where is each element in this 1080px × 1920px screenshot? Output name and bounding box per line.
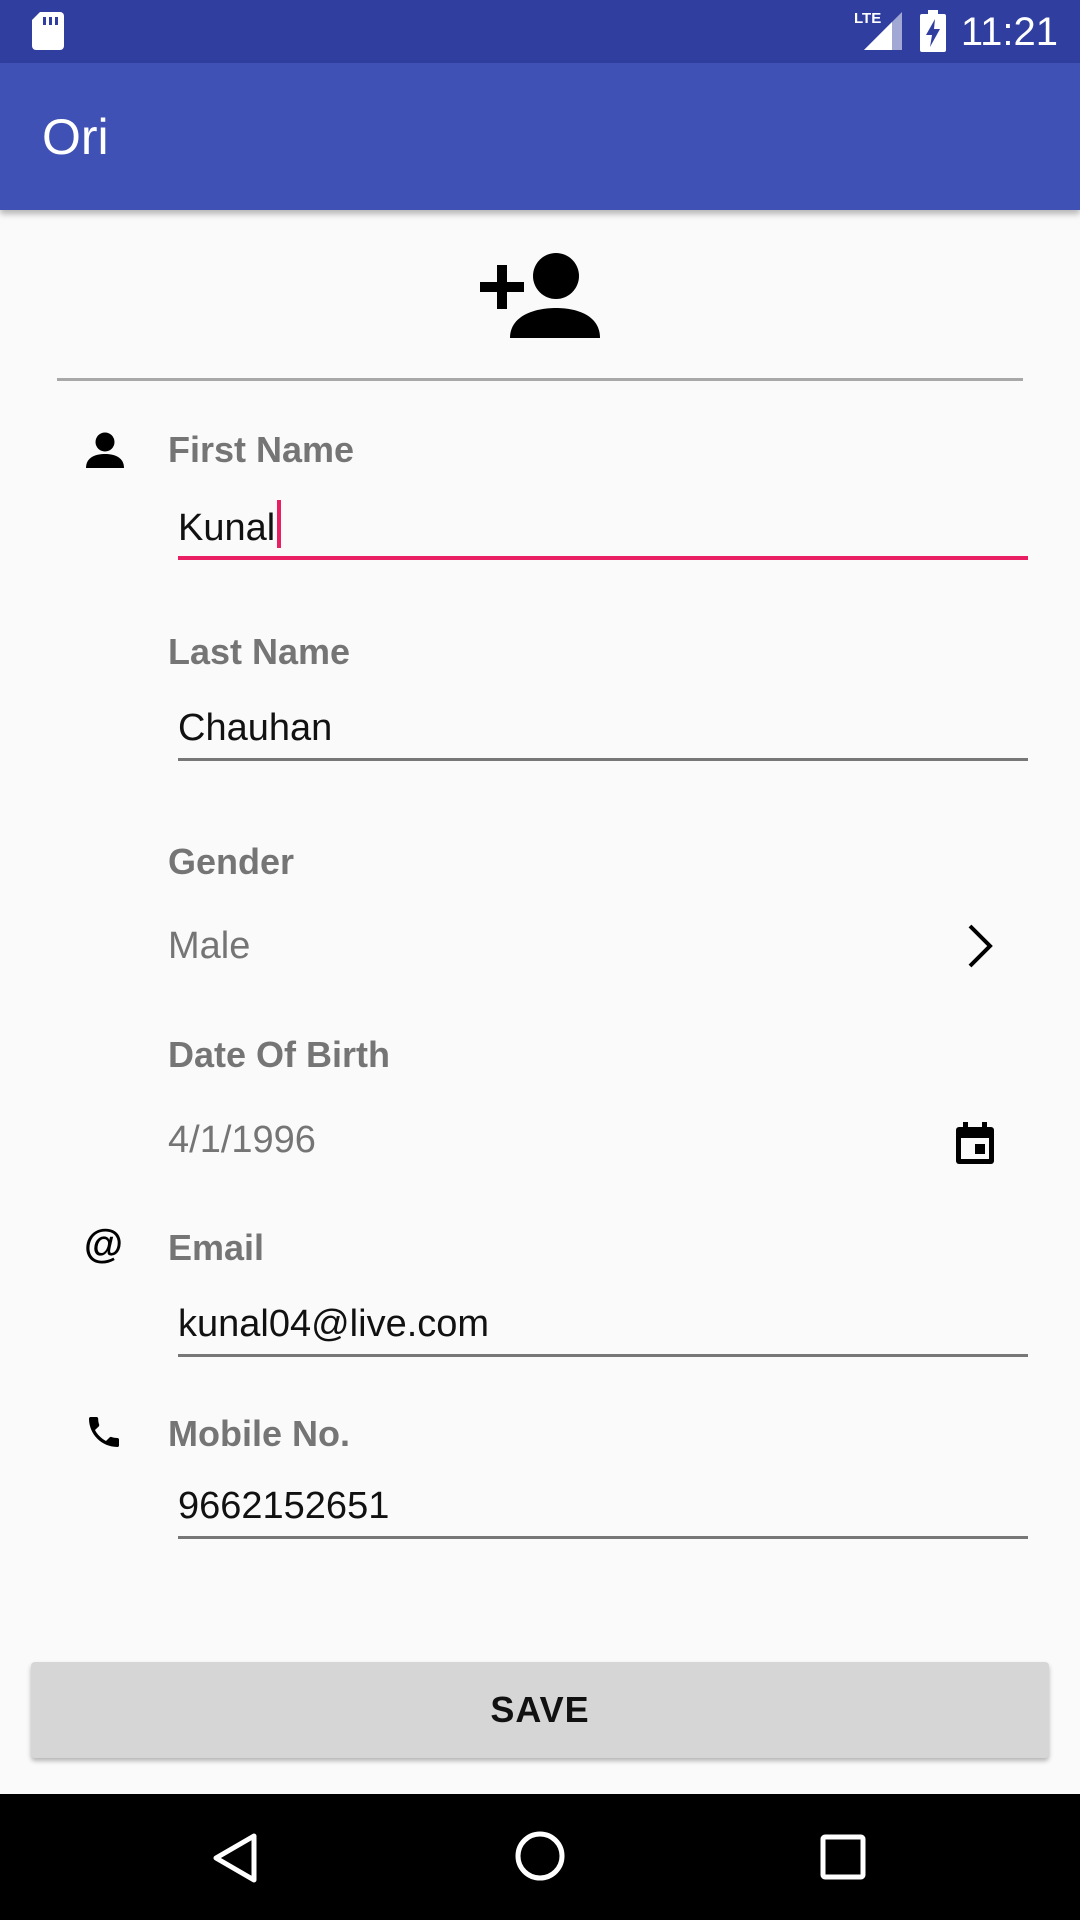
chevron-right-icon	[964, 924, 994, 968]
at-icon: @	[84, 1222, 124, 1266]
mobile-label: Mobile No.	[168, 1413, 350, 1454]
person-add-icon	[480, 250, 600, 340]
status-bar: LTE 11:21	[0, 0, 1080, 63]
first-name-value: Kunal	[178, 507, 276, 549]
battery-charging-icon	[920, 10, 946, 52]
navigation-bar	[0, 1794, 1080, 1920]
email-underline	[178, 1354, 1028, 1357]
email-label: Email	[168, 1227, 265, 1268]
network-type-label: LTE	[854, 10, 882, 27]
save-button[interactable]: SAVE	[31, 1662, 1049, 1758]
mobile-field[interactable]: 9662152651	[178, 1484, 1028, 1534]
status-time: 11:21	[960, 10, 1058, 54]
person-icon	[86, 432, 124, 468]
first-name-field[interactable]: Kunal	[178, 500, 1028, 556]
phone-icon	[84, 1412, 124, 1452]
text-cursor	[277, 500, 282, 548]
recents-icon[interactable]	[820, 1834, 866, 1880]
email-field[interactable]: kunal04@live.com	[178, 1302, 1028, 1352]
home-icon[interactable]	[514, 1830, 566, 1882]
dob-label: Date Of Birth	[168, 1034, 391, 1075]
last-name-field[interactable]: Chauhan	[178, 706, 1028, 756]
app-bar: Ori	[0, 63, 1080, 210]
gender-value: Male	[168, 925, 251, 967]
last-name-label: Last Name	[168, 631, 351, 672]
mobile-value: 9662152651	[178, 1485, 390, 1527]
sd-card-icon	[32, 12, 64, 50]
gender-selector[interactable]: Male	[168, 918, 1008, 974]
header-divider	[57, 378, 1023, 381]
dob-picker[interactable]: 4/1/1996	[168, 1114, 1008, 1170]
dob-value: 4/1/1996	[168, 1119, 316, 1161]
mobile-underline	[178, 1536, 1028, 1539]
first-name-underline	[178, 556, 1028, 560]
app-title: Ori	[42, 109, 109, 165]
lte-signal-icon: LTE	[854, 10, 902, 50]
last-name-value: Chauhan	[178, 707, 333, 749]
last-name-underline	[178, 758, 1028, 761]
gender-label: Gender	[168, 841, 295, 882]
calendar-icon[interactable]	[954, 1122, 996, 1166]
back-icon[interactable]	[212, 1832, 258, 1884]
first-name-label: First Name	[168, 429, 355, 470]
email-value: kunal04@live.com	[178, 1303, 490, 1345]
